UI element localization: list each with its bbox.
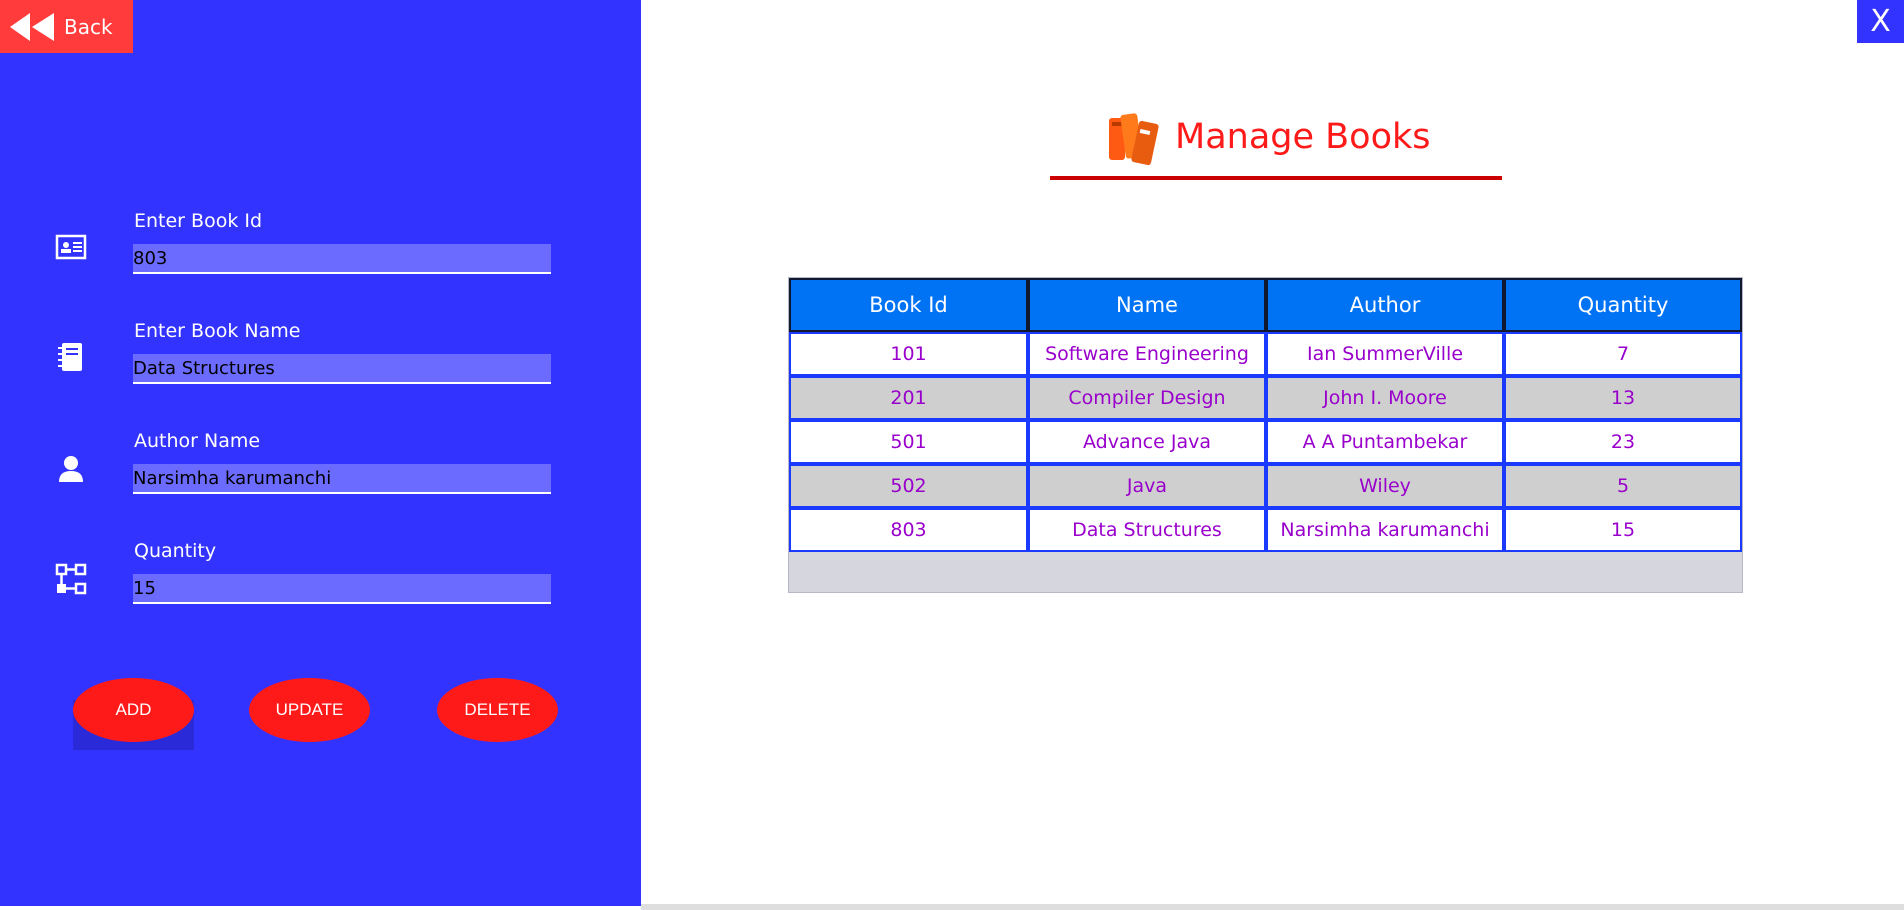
form-panel: Back Enter Book Id 803 Enter Book Name D…	[0, 0, 641, 906]
close-button[interactable]: X	[1857, 0, 1904, 43]
cell-name: Advance Java	[1028, 420, 1266, 464]
notebook-icon	[58, 343, 82, 371]
page-title: Manage Books	[1175, 117, 1431, 157]
column-header-name[interactable]: Name	[1028, 278, 1266, 332]
cell-book-id: 803	[789, 508, 1028, 552]
table-row[interactable]: 101 Software Engineering Ian SummerVille…	[789, 332, 1742, 376]
quantity-input[interactable]: 15	[133, 574, 551, 604]
add-button[interactable]: ADD	[73, 678, 194, 742]
cell-author: A A Puntambekar	[1266, 420, 1504, 464]
cell-book-id: 101	[789, 332, 1028, 376]
author-input[interactable]: Narsimha karumanchi	[133, 464, 551, 494]
table-row[interactable]: 201 Compiler Design John I. Moore 13	[789, 376, 1742, 420]
back-button[interactable]: Back	[0, 0, 133, 53]
rewind-icon	[10, 12, 54, 41]
cell-book-id: 201	[789, 376, 1028, 420]
table-row[interactable]: 803 Data Structures Narsimha karumanchi …	[789, 508, 1742, 552]
books-table: Book Id Name Author Quantity 101 Softwar…	[788, 277, 1743, 593]
bottom-edge	[641, 904, 1904, 910]
table-row[interactable]: 502 Java Wiley 5	[789, 464, 1742, 508]
column-header-book-id[interactable]: Book Id	[789, 278, 1028, 332]
hierarchy-icon	[55, 563, 87, 595]
book-id-label: Enter Book Id	[134, 210, 263, 232]
cell-author: John I. Moore	[1266, 376, 1504, 420]
cell-book-id: 501	[789, 420, 1028, 464]
books-icon	[1109, 113, 1159, 166]
author-label: Author Name	[134, 430, 261, 452]
column-header-author[interactable]: Author	[1266, 278, 1504, 332]
quantity-label: Quantity	[134, 540, 217, 562]
cell-author: Narsimha karumanchi	[1266, 508, 1504, 552]
cell-quantity: 13	[1504, 376, 1742, 420]
cell-quantity: 7	[1504, 332, 1742, 376]
id-card-icon	[55, 234, 87, 260]
back-label: Back	[64, 14, 113, 39]
table-header: Book Id Name Author Quantity	[789, 278, 1742, 332]
column-header-quantity[interactable]: Quantity	[1504, 278, 1742, 332]
table-row[interactable]: 501 Advance Java A A Puntambekar 23	[789, 420, 1742, 464]
delete-button[interactable]: DELETE	[437, 678, 558, 742]
cell-name: Software Engineering	[1028, 332, 1266, 376]
cell-name: Data Structures	[1028, 508, 1266, 552]
cell-quantity: 5	[1504, 464, 1742, 508]
cell-quantity: 15	[1504, 508, 1742, 552]
update-button[interactable]: UPDATE	[249, 678, 370, 742]
book-name-input[interactable]: Data Structures	[133, 354, 551, 384]
cell-name: Compiler Design	[1028, 376, 1266, 420]
book-id-input[interactable]: 803	[133, 244, 551, 274]
cell-quantity: 23	[1504, 420, 1742, 464]
cell-author: Wiley	[1266, 464, 1504, 508]
cell-name: Java	[1028, 464, 1266, 508]
book-name-label: Enter Book Name	[134, 320, 301, 342]
user-icon	[59, 456, 83, 482]
cell-book-id: 502	[789, 464, 1028, 508]
page-header: Manage Books	[1107, 108, 1431, 166]
title-underline	[1050, 176, 1502, 180]
cell-author: Ian SummerVille	[1266, 332, 1504, 376]
